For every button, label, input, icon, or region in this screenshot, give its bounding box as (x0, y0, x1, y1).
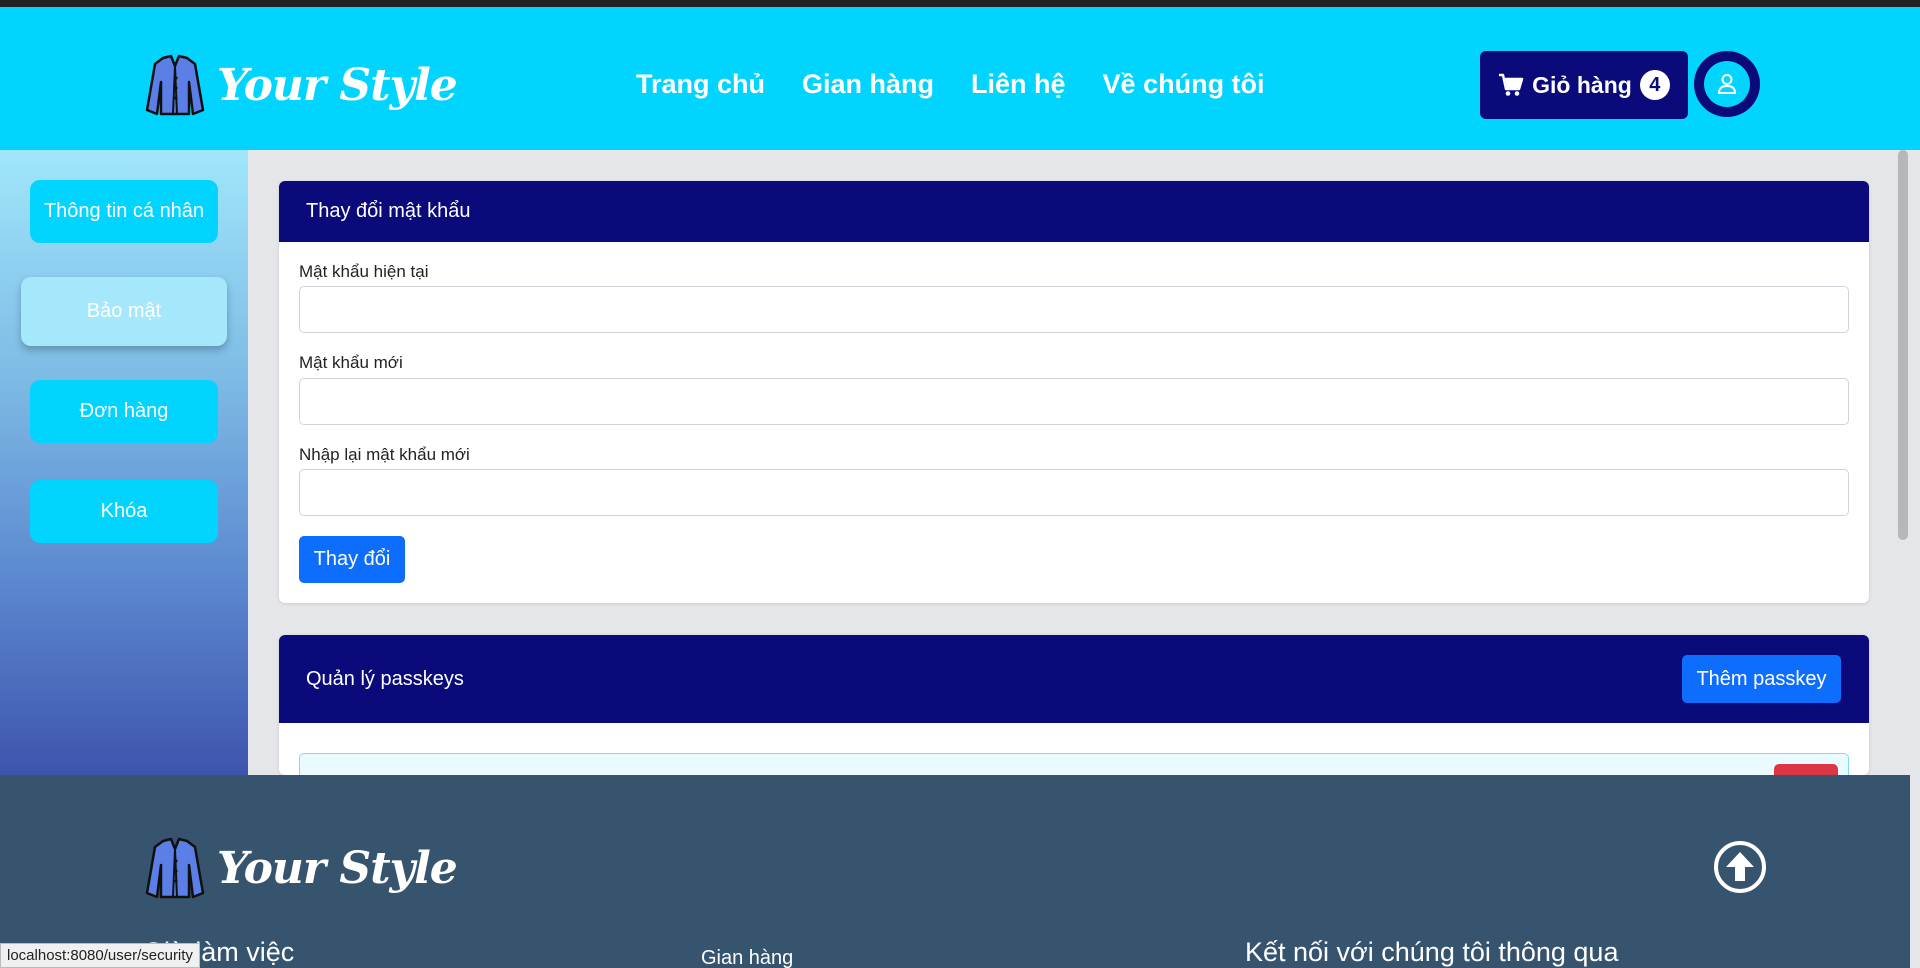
change-password-card: Thay đổi mật khẩu Mật khẩu hiện tại Mật … (279, 181, 1869, 603)
new-password-input[interactable] (299, 378, 1849, 425)
brand-name: Your Style (217, 59, 458, 111)
arrow-up-circle-icon[interactable] (1713, 840, 1767, 894)
footer-brand-name: Your Style (217, 842, 458, 894)
footer-connect-heading: Kết nối với chúng tôi thông qua (1245, 937, 1619, 967)
avatar-inner (1704, 61, 1750, 107)
jacket-logo-icon (145, 54, 205, 116)
nav-about[interactable]: Về chúng tôi (1103, 69, 1265, 100)
sidebar-item-profile[interactable]: Thông tin cá nhân (30, 180, 218, 243)
passkey-list-item (299, 753, 1849, 775)
change-password-title: Thay đổi mật khẩu (306, 200, 471, 222)
status-bar-url: localhost:8080/user/security (0, 943, 200, 968)
main-nav: Trang chủ Gian hàng Liên hệ Về chúng tôi (636, 69, 1265, 100)
passkeys-title: Quản lý passkeys (306, 667, 464, 690)
jacket-logo-icon (145, 837, 205, 899)
site-footer: Your Style Giờ làm việc Gian hàng Kết nố… (0, 775, 1910, 968)
nav-shop[interactable]: Gian hàng (802, 69, 934, 100)
user-icon (1717, 74, 1737, 94)
new-password-label: Mật khẩu mới (299, 353, 403, 372)
sidebar-item-security[interactable]: Bảo mật (21, 277, 227, 346)
browser-top-strip (0, 0, 1920, 7)
add-passkey-button[interactable]: Thêm passkey (1682, 655, 1841, 703)
nav-home[interactable]: Trang chủ (636, 69, 765, 100)
passkeys-header: Quản lý passkeys Thêm passkey (279, 635, 1869, 723)
nav-contact[interactable]: Liên hệ (971, 69, 1066, 100)
sidebar-item-lock[interactable]: Khóa (30, 480, 218, 543)
footer-link-shop[interactable]: Gian hàng (701, 947, 793, 968)
header-logo[interactable]: Your Style (143, 52, 458, 118)
cart-button[interactable]: Giỏ hàng 4 (1480, 51, 1688, 119)
footer-logo[interactable]: Your Style (143, 835, 458, 901)
account-sidebar: Thông tin cá nhân Bảo mật Đơn hàng Khóa (0, 150, 248, 775)
sidebar-item-orders[interactable]: Đơn hàng (30, 380, 218, 443)
confirm-password-input[interactable] (299, 469, 1849, 516)
current-password-label: Mật khẩu hiện tại (299, 262, 429, 281)
cart-icon (1499, 73, 1524, 96)
current-password-input[interactable] (299, 286, 1849, 333)
cart-count-badge: 4 (1639, 70, 1670, 100)
confirm-password-label: Nhập lại mật khẩu mới (299, 445, 470, 464)
change-password-header: Thay đổi mật khẩu (279, 181, 1869, 242)
site-header: Your Style Trang chủ Gian hàng Liên hệ V… (0, 7, 1920, 150)
page-scrollbar[interactable] (1898, 150, 1908, 540)
cart-label: Giỏ hàng (1532, 71, 1632, 98)
user-menu-button[interactable] (1694, 51, 1760, 117)
delete-passkey-button[interactable] (1774, 764, 1838, 775)
change-password-button[interactable]: Thay đổi (299, 536, 405, 583)
passkeys-card: Quản lý passkeys Thêm passkey (279, 635, 1869, 775)
